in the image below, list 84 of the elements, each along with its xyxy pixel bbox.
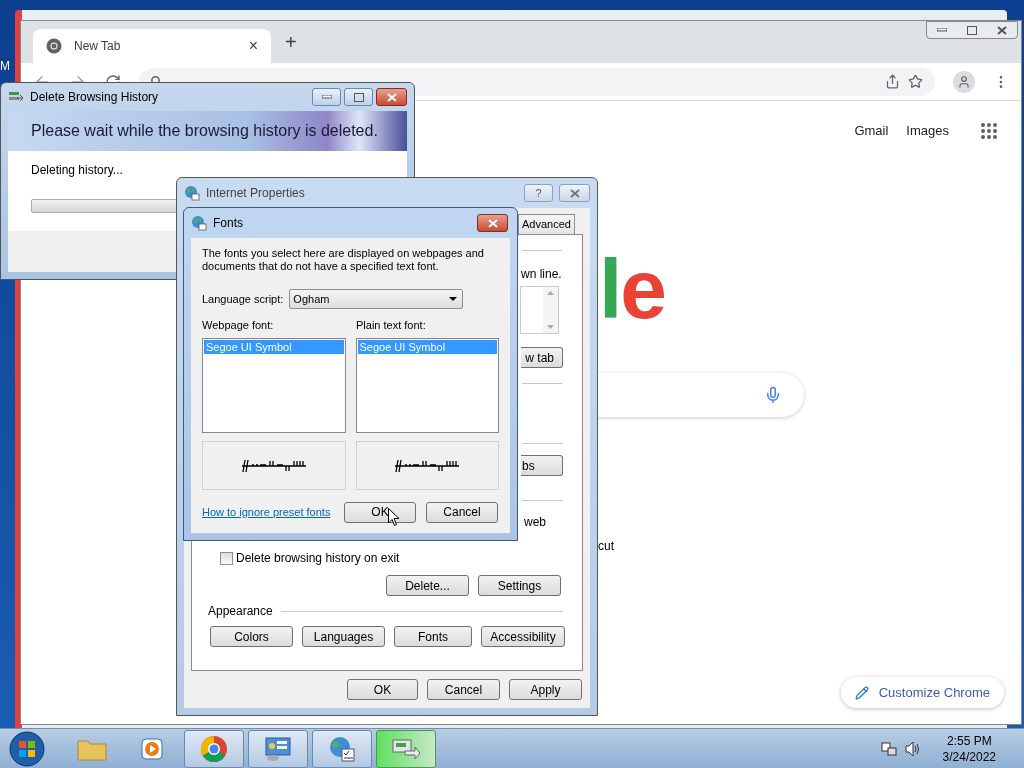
history-button[interactable]: Settings bbox=[478, 575, 561, 596]
option-text: wn line. bbox=[521, 266, 563, 282]
globe-icon bbox=[191, 215, 207, 231]
chrome-icon bbox=[200, 734, 228, 763]
tab-title: New Tab bbox=[74, 38, 122, 55]
start-button[interactable] bbox=[7, 729, 47, 768]
taskbar-button[interactable] bbox=[184, 729, 244, 768]
clock-time: 2:55 PM bbox=[946, 732, 992, 749]
new-tab-button[interactable]: + bbox=[285, 27, 297, 57]
dialog-tab[interactable]: Advanced bbox=[518, 214, 575, 234]
history-button[interactable]: Delete... bbox=[386, 575, 469, 596]
share-icon[interactable] bbox=[885, 74, 900, 89]
dropdown-arrow-icon bbox=[449, 297, 458, 301]
taskbar-button[interactable] bbox=[248, 729, 308, 768]
desktop-icon-label: M bbox=[0, 58, 10, 75]
logo-letter: e bbox=[620, 252, 666, 325]
browser-tab[interactable]: New Tab × bbox=[33, 29, 271, 63]
maximize-button[interactable] bbox=[344, 88, 373, 106]
maximize-icon bbox=[353, 92, 364, 102]
close-button[interactable] bbox=[477, 214, 508, 232]
ogham-sample-drawing bbox=[395, 458, 460, 472]
close-icon bbox=[569, 188, 580, 198]
microphone-icon[interactable] bbox=[764, 385, 782, 404]
transfer-icon bbox=[391, 736, 421, 761]
window-title: Internet Properties bbox=[206, 185, 306, 202]
field-label: Plain text font: bbox=[356, 318, 426, 333]
mouse-cursor-icon bbox=[388, 507, 400, 527]
option-text: web bbox=[524, 514, 547, 530]
description-text: The fonts you select here are displayed on webpages and documents that do not have a specified text font. bbox=[202, 247, 485, 273]
window-title: Delete Browsing History bbox=[30, 89, 160, 106]
dialog-button[interactable]: Cancel bbox=[427, 679, 500, 700]
tabs-button[interactable]: bs bbox=[521, 455, 563, 476]
taskbar-button[interactable] bbox=[312, 729, 372, 768]
close-icon bbox=[487, 218, 498, 228]
window-title: Fonts bbox=[213, 215, 244, 232]
close-button[interactable] bbox=[376, 88, 407, 106]
appearance-button[interactable]: Colors bbox=[210, 626, 293, 647]
dialog-button[interactable]: Apply bbox=[509, 679, 582, 700]
history-icon bbox=[8, 90, 24, 104]
globe-icon bbox=[184, 185, 200, 201]
customize-button[interactable]: Customize Chrome bbox=[840, 677, 1004, 708]
checkbox-label: Delete browsing history on exit bbox=[236, 550, 400, 567]
close-icon bbox=[997, 25, 1007, 35]
network-icon[interactable] bbox=[880, 740, 897, 757]
media-player-icon bbox=[140, 736, 164, 761]
help-link[interactable]: How to ignore preset fonts bbox=[202, 503, 344, 521]
new-tab-settings-button[interactable]: w tab bbox=[521, 347, 563, 368]
bookmark-star-icon[interactable] bbox=[908, 74, 923, 89]
maximize-icon[interactable] bbox=[967, 25, 977, 35]
dialog-button[interactable]: Cancel bbox=[426, 501, 498, 523]
logo-letter: l bbox=[599, 252, 621, 325]
apps-grid-icon[interactable] bbox=[981, 122, 997, 139]
header-link[interactable]: Images bbox=[906, 121, 949, 141]
appearance-button[interactable]: Languages bbox=[302, 626, 385, 647]
profile-avatar[interactable] bbox=[953, 70, 975, 93]
clock-date: 3/24/2022 bbox=[942, 748, 996, 765]
speaker-icon[interactable] bbox=[904, 740, 921, 757]
help-button[interactable]: ? bbox=[524, 184, 553, 202]
dropdown-value: Ogham bbox=[293, 291, 331, 307]
dialog-button[interactable]: OK bbox=[347, 679, 418, 700]
status-text: Deleting history... bbox=[31, 162, 124, 179]
internet-options-icon bbox=[328, 734, 356, 763]
field-label: Language script: bbox=[202, 291, 284, 307]
minimize-icon[interactable] bbox=[937, 28, 947, 32]
appearance-button[interactable]: Accessibility bbox=[481, 626, 565, 647]
tab-close-button[interactable]: × bbox=[248, 34, 258, 58]
dialog-heading: Please wait while the browsing history is deleted. bbox=[31, 121, 378, 141]
language-dropdown[interactable]: Ogham bbox=[289, 289, 464, 309]
ogham-sample-drawing bbox=[241, 458, 306, 472]
appearance-button[interactable]: Fonts bbox=[394, 626, 472, 647]
close-button[interactable] bbox=[559, 184, 590, 202]
chrome-icon bbox=[46, 38, 62, 54]
control-panel-icon bbox=[264, 735, 292, 762]
dialog-button[interactable]: OK bbox=[344, 501, 416, 523]
person-icon bbox=[957, 74, 971, 89]
header-link[interactable]: Gmail bbox=[854, 121, 889, 141]
pencil-icon bbox=[854, 685, 869, 700]
field-label: Webpage font: bbox=[202, 318, 275, 333]
minimize-button[interactable] bbox=[312, 88, 341, 106]
close-icon bbox=[386, 92, 397, 102]
group-label: Appearance bbox=[208, 603, 273, 620]
checkbox[interactable] bbox=[220, 551, 233, 565]
overflow-text: cut bbox=[598, 538, 614, 555]
taskbar-button[interactable] bbox=[376, 729, 436, 768]
